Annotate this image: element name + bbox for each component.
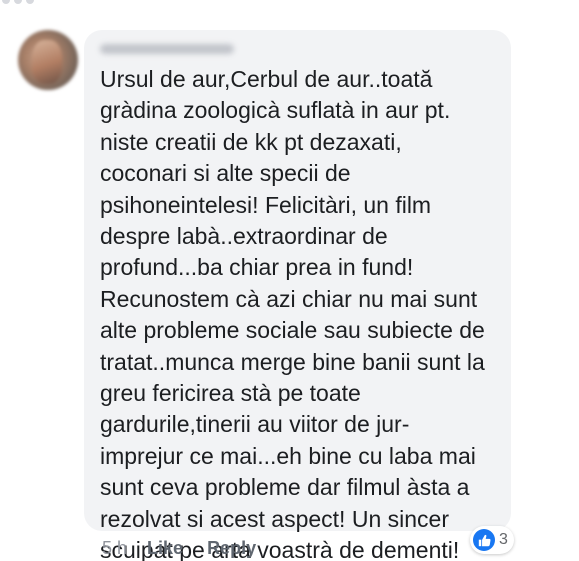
comment-screenshot: Ursul de aur,Cerbul de aur..toată gràdin… xyxy=(0,0,579,561)
comment-timestamp[interactable]: 5 h xyxy=(102,538,127,559)
like-icon xyxy=(473,529,495,551)
comment-line: greu fericirea stà pe toate xyxy=(100,380,361,407)
comment-line: imprejur ce mai...eh bine cu laba mai xyxy=(100,442,476,469)
comment-line: rezolvat si acest aspect! Un sincer xyxy=(100,505,449,532)
comment-line: Recunostem cà azi chiar nu mai sunt xyxy=(100,285,478,312)
reply-button[interactable]: Reply xyxy=(207,538,256,559)
previous-comment-options xyxy=(0,0,40,8)
comment-line: sunt ceva probleme dar filmul àsta a xyxy=(100,474,470,501)
comment-line: gràdina zoologicà suflatà in aur pt. xyxy=(100,97,451,124)
comment-actions: 5 h Like Reply xyxy=(102,537,256,559)
comment-line: psihoneintelesi! Felicitàri, un film xyxy=(100,191,432,218)
like-button[interactable]: Like xyxy=(147,538,183,559)
comment-line: Ursul de aur,Cerbul de aur..toată xyxy=(100,66,433,92)
author-name-redacted[interactable] xyxy=(100,44,234,54)
comment-line: despre labà..extraordinar de xyxy=(100,223,388,250)
comment-line: niste creatii de kk pt dezaxati, xyxy=(100,128,402,155)
comment-line: tratat..munca merge bine banii sunt la xyxy=(100,348,485,375)
avatar[interactable] xyxy=(18,30,78,90)
comment-line: profund...ba chiar prea in fund! xyxy=(100,254,414,281)
comment-line: alte probleme sociale sau subiecte de xyxy=(100,317,485,344)
comment-text: Ursul de aur,Cerbul de aur..toată gràdin… xyxy=(100,64,500,561)
reaction-count: 3 xyxy=(499,531,508,548)
reaction-summary[interactable]: 3 xyxy=(470,526,514,554)
comment-line: coconari si alte specii de xyxy=(100,160,351,187)
comment-line: gardurile,tinerii au viitor de jur- xyxy=(100,411,410,438)
